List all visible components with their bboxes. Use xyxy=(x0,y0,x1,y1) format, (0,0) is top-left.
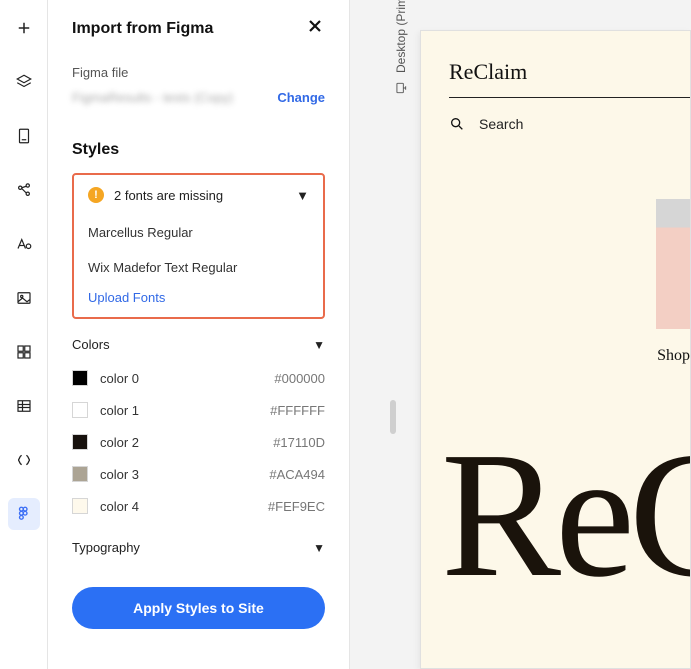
chevron-down-icon: ▼ xyxy=(296,188,309,203)
color-name: color 4 xyxy=(100,499,139,514)
close-icon[interactable] xyxy=(305,16,325,41)
toolbar-grid[interactable] xyxy=(8,336,40,368)
preview-divider xyxy=(449,97,691,98)
color-swatch[interactable] xyxy=(72,370,88,386)
color-hex: #FEF9EC xyxy=(268,499,325,514)
desktop-icon xyxy=(394,81,408,95)
preview-shop-link[interactable]: Shop xyxy=(657,347,690,365)
color-row: color 0 #000000 xyxy=(72,362,325,394)
toolbar-share[interactable] xyxy=(8,174,40,206)
missing-fonts-toggle[interactable]: ! 2 fonts are missing ▼ xyxy=(88,187,309,203)
preview-product-thumb[interactable] xyxy=(656,199,690,329)
color-name: color 3 xyxy=(100,467,139,482)
search-icon xyxy=(449,116,465,132)
typography-label: Typography xyxy=(72,540,140,555)
color-row: color 1 #FFFFFF xyxy=(72,394,325,426)
color-row: color 4 #FEF9EC xyxy=(72,490,325,522)
left-toolbar xyxy=(0,0,48,669)
toolbar-table[interactable] xyxy=(8,390,40,422)
toolbar-add[interactable] xyxy=(8,12,40,44)
styles-heading: Styles xyxy=(72,141,325,159)
panel-title: Import from Figma xyxy=(72,20,213,38)
color-hex: #FFFFFF xyxy=(270,403,325,418)
chevron-down-icon: ▼ xyxy=(313,541,325,555)
preview-hero-text: ReC xyxy=(441,411,691,618)
change-file-link[interactable]: Change xyxy=(277,90,325,105)
color-name: color 1 xyxy=(100,403,139,418)
preview-brand: ReClaim xyxy=(449,59,690,85)
figma-file-label: Figma file xyxy=(72,65,325,80)
toolbar-text[interactable] xyxy=(8,228,40,260)
color-name: color 2 xyxy=(100,435,139,450)
color-name: color 0 xyxy=(100,371,139,386)
color-swatch[interactable] xyxy=(72,498,88,514)
panel-header: Import from Figma xyxy=(72,16,325,41)
figma-file-name: FigmaResults - tests (Copy) xyxy=(72,90,233,105)
warning-icon: ! xyxy=(88,187,104,203)
toolbar-page[interactable] xyxy=(8,120,40,152)
import-panel: Import from Figma Figma file FigmaResult… xyxy=(48,0,350,669)
colors-section-toggle[interactable]: Colors ▼ xyxy=(72,337,325,352)
missing-font-0: Marcellus Regular xyxy=(88,219,309,254)
color-row: color 2 #17110D xyxy=(72,426,325,458)
toolbar-image[interactable] xyxy=(8,282,40,314)
missing-fonts-summary: 2 fonts are missing xyxy=(114,188,223,203)
orientation-label[interactable]: Desktop (Primary) xyxy=(394,0,408,95)
toolbar-figma[interactable] xyxy=(8,498,40,530)
chevron-down-icon: ▼ xyxy=(313,338,325,352)
color-row: color 3 #ACA494 xyxy=(72,458,325,490)
color-hex: #17110D xyxy=(273,435,325,450)
canvas-scrollbar-thumb[interactable] xyxy=(390,400,396,434)
color-swatch[interactable] xyxy=(72,402,88,418)
site-preview: ReClaim Search Shop ReC xyxy=(420,30,691,669)
preview-search[interactable]: Search xyxy=(449,116,690,132)
color-swatch[interactable] xyxy=(72,434,88,450)
missing-fonts-box: ! 2 fonts are missing ▼ Marcellus Regula… xyxy=(72,173,325,319)
apply-styles-button[interactable]: Apply Styles to Site xyxy=(72,587,325,629)
toolbar-layers[interactable] xyxy=(8,66,40,98)
toolbar-code[interactable] xyxy=(8,444,40,476)
colors-label: Colors xyxy=(72,337,110,352)
preview-search-label: Search xyxy=(479,116,523,132)
upload-fonts-link[interactable]: Upload Fonts xyxy=(88,290,165,307)
preview-canvas: Desktop (Primary) ReClaim Search Shop Re… xyxy=(350,0,691,669)
color-hex: #000000 xyxy=(274,371,325,386)
typography-section-toggle[interactable]: Typography ▼ xyxy=(72,540,325,555)
color-hex: #ACA494 xyxy=(269,467,325,482)
missing-font-1: Wix Madefor Text Regular xyxy=(88,254,309,289)
color-swatch[interactable] xyxy=(72,466,88,482)
